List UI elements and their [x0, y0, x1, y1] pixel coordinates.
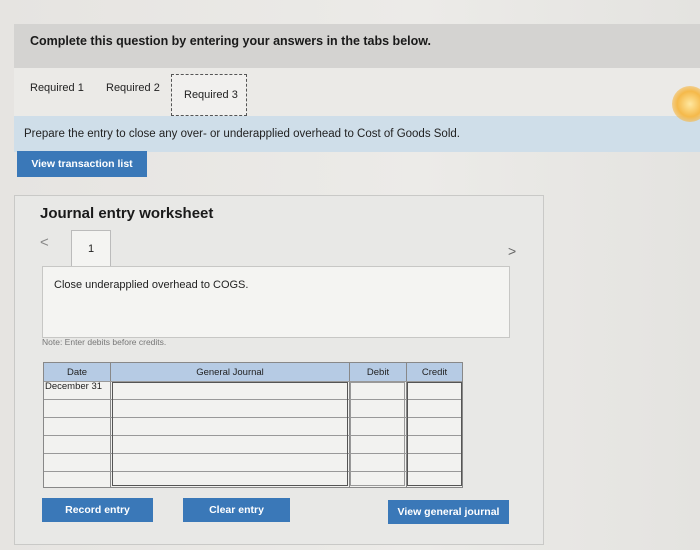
- view-general-journal-button[interactable]: View general journal: [388, 500, 509, 524]
- view-transaction-list-button[interactable]: View transaction list: [17, 151, 147, 177]
- tab-required-3-label: Required 3: [184, 89, 238, 101]
- worksheet-page-tab[interactable]: 1: [71, 230, 111, 266]
- column-header-debit: Debit: [350, 363, 406, 381]
- tab-required-3[interactable]: Required 3: [171, 74, 247, 116]
- tab-required-1[interactable]: Required 1: [30, 82, 84, 94]
- debit-input-column[interactable]: [350, 382, 405, 486]
- journal-grid: Date General Journal Debit Credit: [43, 362, 463, 488]
- general-journal-input-column[interactable]: [112, 382, 348, 486]
- date-cell[interactable]: December 31: [45, 381, 102, 392]
- note-text: Note: Enter debits before credits.: [42, 337, 167, 347]
- column-header-date: Date: [44, 363, 110, 381]
- header-instruction: Complete this question by entering your …: [30, 34, 431, 48]
- chevron-left-icon[interactable]: <: [40, 234, 49, 251]
- credit-input-column[interactable]: [407, 382, 462, 486]
- instruction-text: Prepare the entry to close any over- or …: [24, 128, 460, 140]
- column-header-general-journal: General Journal: [111, 363, 349, 381]
- record-entry-button[interactable]: Record entry: [42, 498, 153, 522]
- clear-entry-button[interactable]: Clear entry: [183, 498, 290, 522]
- entry-description-box: [42, 266, 510, 338]
- chevron-right-icon[interactable]: >: [508, 243, 516, 259]
- entry-description: Close underapplied overhead to COGS.: [54, 279, 249, 291]
- tab-required-2[interactable]: Required 2: [106, 82, 160, 94]
- column-header-credit: Credit: [407, 363, 462, 381]
- worksheet-title: Journal entry worksheet: [40, 205, 214, 222]
- glare-spot: [672, 86, 700, 122]
